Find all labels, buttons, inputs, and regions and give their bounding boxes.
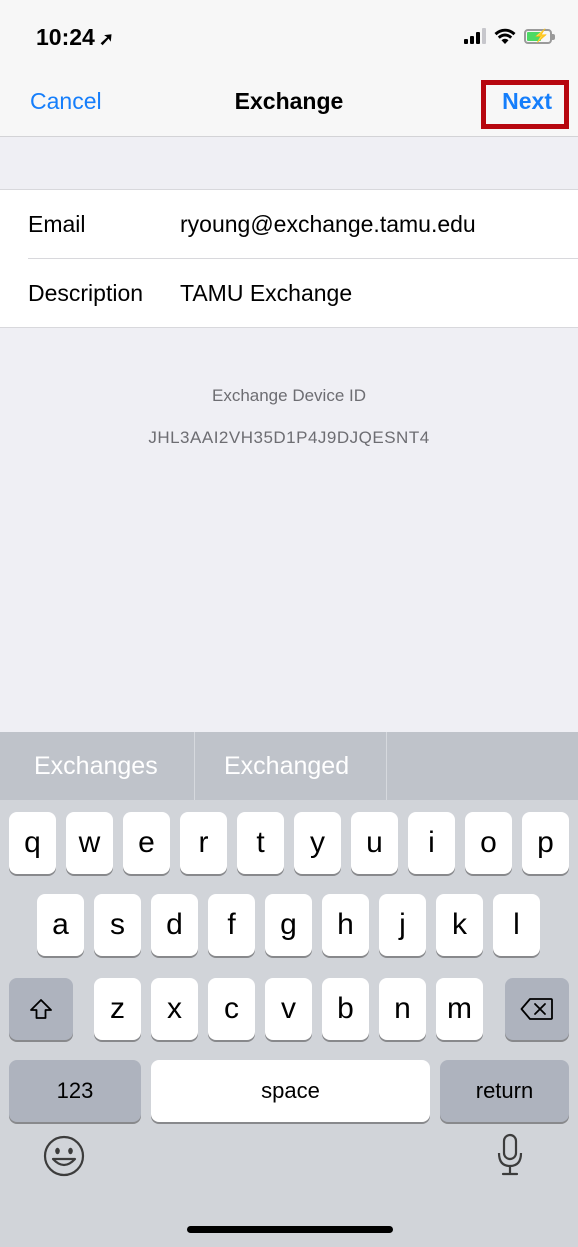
key-w[interactable]: w bbox=[66, 812, 113, 874]
status-time-text: 10:24 bbox=[36, 24, 95, 50]
microphone-icon[interactable] bbox=[496, 1132, 524, 1178]
email-field[interactable]: ryoung@exchange.tamu.edu bbox=[180, 211, 476, 238]
description-label: Description bbox=[28, 280, 144, 306]
key-c[interactable]: c bbox=[208, 978, 255, 1040]
space-key[interactable]: space bbox=[151, 1060, 430, 1122]
key-t[interactable]: t bbox=[237, 812, 284, 874]
key-o[interactable]: o bbox=[465, 812, 512, 874]
home-indicator[interactable] bbox=[187, 1226, 393, 1233]
key-s[interactable]: s bbox=[94, 894, 141, 956]
key-b[interactable]: b bbox=[322, 978, 369, 1040]
key-e[interactable]: e bbox=[123, 812, 170, 874]
shift-icon bbox=[30, 999, 52, 1019]
key-h[interactable]: h bbox=[322, 894, 369, 956]
device-id-label: Exchange Device ID bbox=[211, 386, 367, 405]
battery-charging-icon: ⚡ bbox=[524, 28, 555, 44]
key-a[interactable]: a bbox=[37, 894, 84, 956]
location-arrow-icon: ➚ bbox=[98, 29, 114, 49]
suggestion-item[interactable]: Exchanges bbox=[34, 732, 158, 800]
suggestion-divider bbox=[386, 732, 387, 800]
key-r[interactable]: r bbox=[180, 812, 227, 874]
description-field[interactable]: TAMU Exchange bbox=[180, 280, 352, 307]
email-row[interactable]: Email ryoung@exchange.tamu.edu bbox=[0, 190, 578, 258]
key-g[interactable]: g bbox=[265, 894, 312, 956]
key-n[interactable]: n bbox=[379, 978, 426, 1040]
suggestion-item[interactable] bbox=[410, 732, 570, 800]
key-z[interactable]: z bbox=[94, 978, 141, 1040]
numbers-key[interactable]: 123 bbox=[9, 1060, 141, 1122]
suggestion-bar: Exchanges Exchanged bbox=[0, 732, 578, 800]
shift-key[interactable] bbox=[9, 978, 73, 1040]
device-id-value: JHL3AAI2VH35D1P4J9DJQESNT4 bbox=[148, 428, 430, 447]
wifi-icon bbox=[494, 28, 516, 44]
status-icons: ⚡ bbox=[464, 25, 555, 47]
key-x[interactable]: x bbox=[151, 978, 198, 1040]
email-label: Email bbox=[28, 211, 86, 237]
description-row[interactable]: Description TAMU Exchange bbox=[0, 259, 578, 327]
delete-icon bbox=[520, 998, 553, 1020]
return-key[interactable]: return bbox=[440, 1060, 569, 1122]
key-j[interactable]: j bbox=[379, 894, 426, 956]
key-u[interactable]: u bbox=[351, 812, 398, 874]
status-time: 10:24 ➚ bbox=[36, 24, 114, 51]
key-y[interactable]: y bbox=[294, 812, 341, 874]
key-v[interactable]: v bbox=[265, 978, 312, 1040]
key-k[interactable]: k bbox=[436, 894, 483, 956]
key-q[interactable]: q bbox=[9, 812, 56, 874]
status-bar: 10:24 ➚ ⚡ bbox=[0, 0, 578, 68]
keyboard: Exchanges Exchanged q w e r t y u i o p … bbox=[0, 732, 578, 1247]
next-button-highlight bbox=[481, 80, 569, 129]
key-i[interactable]: i bbox=[408, 812, 455, 874]
account-form: Email ryoung@exchange.tamu.edu Descripti… bbox=[0, 189, 578, 328]
cellular-signal-icon bbox=[464, 28, 486, 44]
key-p[interactable]: p bbox=[522, 812, 569, 874]
key-d[interactable]: d bbox=[151, 894, 198, 956]
emoji-icon[interactable] bbox=[42, 1134, 86, 1178]
suggestion-item[interactable]: Exchanged bbox=[224, 732, 349, 800]
suggestion-divider bbox=[194, 732, 195, 800]
key-f[interactable]: f bbox=[208, 894, 255, 956]
delete-key[interactable] bbox=[505, 978, 569, 1040]
key-l[interactable]: l bbox=[493, 894, 540, 956]
key-m[interactable]: m bbox=[436, 978, 483, 1040]
